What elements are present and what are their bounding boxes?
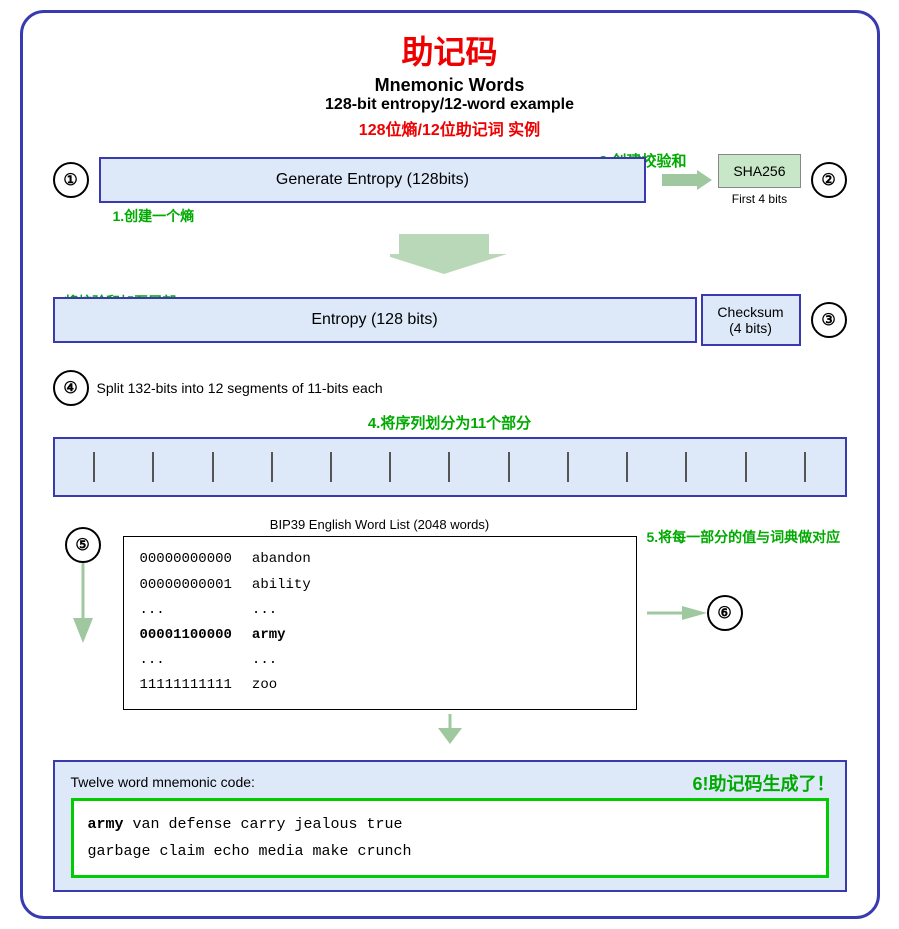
word-row-3: ...	[252, 598, 311, 623]
arrow-down-big-icon	[390, 234, 510, 274]
seg-tick-13	[804, 452, 806, 482]
seg-tick-10	[626, 452, 628, 482]
seg-tick-2	[152, 452, 154, 482]
bit-row-5: ...	[140, 648, 232, 673]
word-row-1: abandon	[252, 547, 311, 572]
seg-tick-6	[389, 452, 391, 482]
arrow-to-circle6-icon	[647, 598, 707, 628]
green-arrow-down-icon	[68, 563, 98, 643]
seg-tick-9	[567, 452, 569, 482]
subtitle2: 128-bit entropy/12-word example	[53, 96, 847, 114]
col-words: abandon ability ... army ... zoo	[252, 547, 311, 698]
label5: 5.将每一部分的值与词典做对应	[647, 527, 841, 547]
subtitle1: Mnemonic Words	[53, 75, 847, 96]
seg-tick-5	[330, 452, 332, 482]
seg-tick-3	[212, 452, 214, 482]
word-row-4: army	[252, 623, 311, 648]
seg-tick-11	[685, 452, 687, 482]
bit-row-6: 11111111111	[140, 673, 232, 698]
seg-tick-1	[93, 452, 95, 482]
checksum-section: Entropy (128 bits) Checksum (4 bits) ③	[53, 294, 847, 346]
circle1: ①	[53, 162, 89, 198]
subtitle3: 128位熵/12位助记词 实例	[53, 116, 847, 140]
left-arrows: ⑤	[53, 527, 113, 643]
mnemonic-box: army van defense carry jealous truegarba…	[71, 798, 829, 878]
split-section: ④ Split 132-bits into 12 segments of 11-…	[53, 370, 847, 497]
page-title: 助记码	[53, 33, 847, 71]
col-bits: 00000000000 00000000001 ... 00001100000 …	[140, 547, 232, 698]
bit-row-4: 00001100000	[140, 623, 232, 648]
main-container: 助记码 Mnemonic Words 128-bit entropy/12-wo…	[20, 10, 880, 919]
word-row-2: ability	[252, 573, 311, 598]
arrow-to-result	[53, 714, 847, 744]
segments-box	[53, 437, 847, 497]
sha-area: SHA256 First 4 bits	[718, 154, 800, 206]
word-list-container: BIP39 English Word List (2048 words) 000…	[123, 517, 637, 709]
seg-tick-12	[745, 452, 747, 482]
checksum-entropy-box: Entropy (128 bits)	[53, 297, 697, 343]
word-list-box: 00000000000 00000000001 ... 00001100000 …	[123, 536, 637, 709]
first4bits-label: First 4 bits	[732, 192, 787, 206]
bip39-label: BIP39 English Word List (2048 words)	[123, 517, 637, 532]
sha-box: SHA256	[718, 154, 800, 188]
label4: 4.将序列划分为11个部分	[53, 412, 847, 433]
right-area: 5.将每一部分的值与词典做对应 ⑥	[647, 517, 847, 631]
words-section: ⑤ BIP39 English Word List (2048 words) 0…	[53, 517, 847, 709]
down-arrow-result-icon	[410, 714, 490, 744]
mnemonic-rest: van defense carry jealous truegarbage cl…	[88, 816, 412, 860]
label1: 1.创建一个熵	[113, 206, 195, 226]
bit-row-1: 00000000000	[140, 547, 232, 572]
word-row-5: ...	[252, 648, 311, 673]
arrow-right-icon	[662, 170, 712, 190]
label6: 6!助记码生成了！	[692, 770, 834, 796]
bit-row-3: ...	[140, 598, 232, 623]
circle4: ④	[53, 370, 89, 406]
circle6: ⑥	[707, 595, 743, 631]
bit-row-2: 00000000001	[140, 573, 232, 598]
entropy-section: ① Generate Entropy (128bits) SHA256 Firs…	[53, 154, 847, 206]
checksum-box: Checksum (4 bits)	[701, 294, 801, 346]
seg-tick-4	[271, 452, 273, 482]
circle3: ③	[811, 302, 847, 338]
circle5: ⑤	[65, 527, 101, 563]
seg-tick-7	[448, 452, 450, 482]
split-desc: Split 132-bits into 12 segments of 11-bi…	[97, 380, 383, 396]
seg-tick-8	[508, 452, 510, 482]
word-row-6: zoo	[252, 673, 311, 698]
circle6-area: ⑥	[647, 595, 743, 631]
mnemonic-bold-word: army	[88, 816, 124, 833]
entropy-box: Generate Entropy (128bits)	[99, 157, 647, 203]
word-list-inner: 00000000000 00000000001 ... 00001100000 …	[140, 547, 620, 698]
result-section: Twelve word mnemonic code: 6!助记码生成了！ arm…	[53, 760, 847, 892]
circle2: ②	[811, 162, 847, 198]
